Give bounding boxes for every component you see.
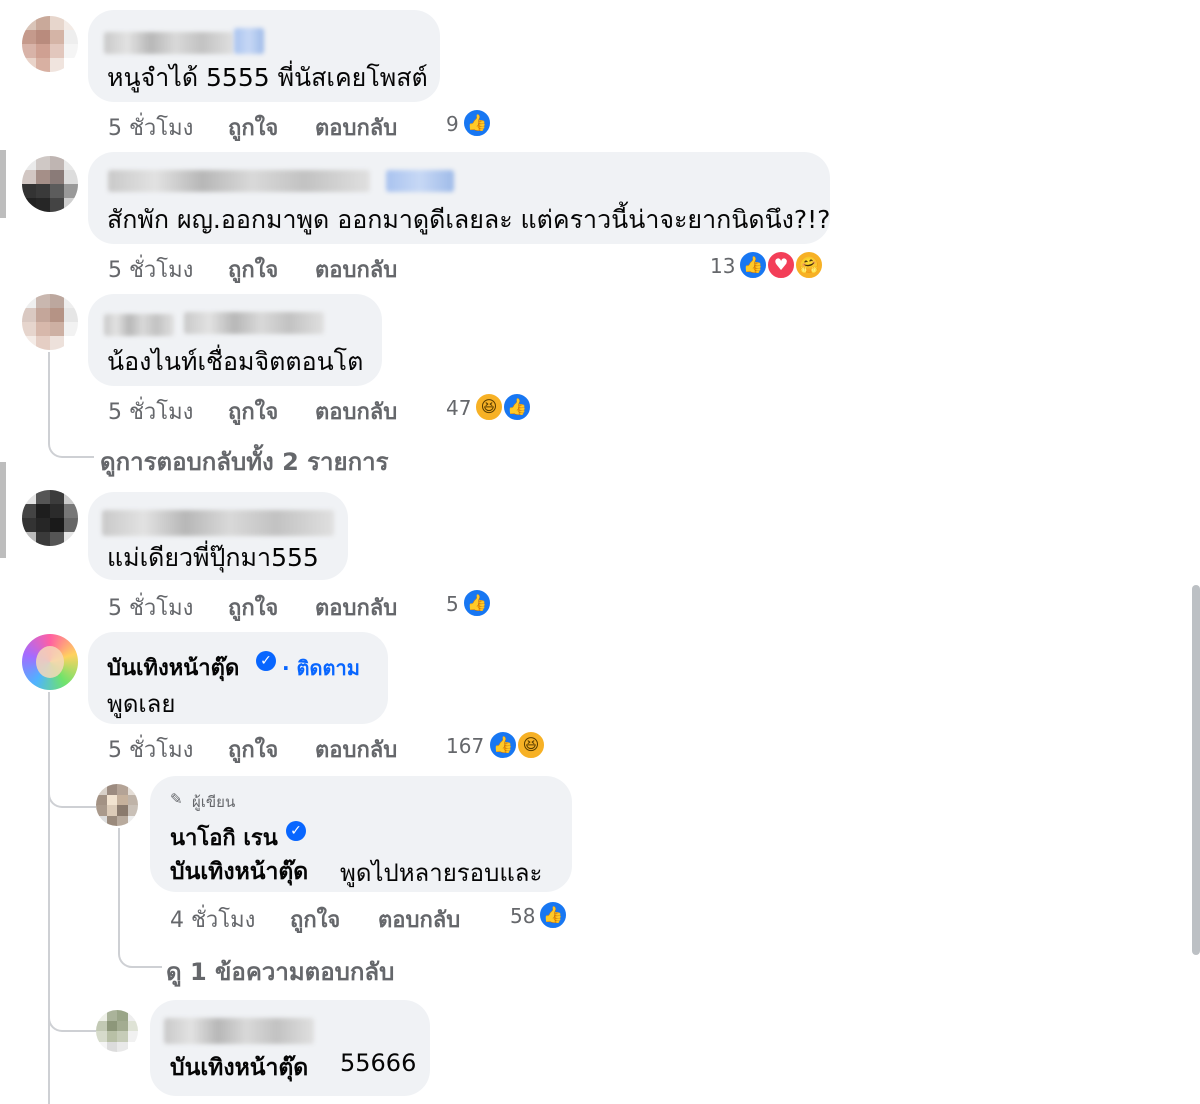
comment-section: หนูจำได้ 5555 พี่นัสเคยโพสต์ 5 ชั่วโมง ถ… (0, 0, 1200, 1104)
reply-text: พูดไปหลายรอบและ (340, 859, 543, 887)
author-badge-blurred (234, 28, 264, 54)
like-reaction-icon[interactable]: 👍 (738, 250, 768, 280)
like-reaction-icon[interactable]: 👍 (462, 588, 492, 618)
author-tag: ผู้เขียน (192, 793, 236, 811)
care-reaction-icon[interactable]: 🤗 (794, 250, 824, 280)
reaction-count[interactable]: 5 (446, 592, 459, 616)
comment-text: สักพัก ผญ.ออกมาพูด ออกมาดูดีเลยละ แต่ครา… (107, 205, 831, 234)
comment-text: แม่เดียวพี่ปุ๊กมา555 (107, 543, 319, 572)
comment-bubble: หนูจำได้ 5555 พี่นัสเคยโพสต์ (88, 10, 440, 102)
mention-link[interactable]: บันเทิงหน้าตุ๊ด (170, 1050, 308, 1086)
author-badge-blurred (386, 170, 454, 192)
like-reaction-icon[interactable]: 👍 (538, 900, 568, 930)
reply-link[interactable]: ตอบกลับ (315, 732, 397, 767)
scrollbar[interactable] (1192, 585, 1200, 955)
comment-bubble: แม่เดียวพี่ปุ๊กมา555 (88, 492, 348, 580)
like-link[interactable]: ถูกใจ (228, 394, 278, 429)
like-reaction-icon[interactable]: 👍 (462, 108, 492, 138)
reply-link[interactable]: ตอบกลับ (315, 110, 397, 145)
reply-bubble: บันเทิงหน้าตุ๊ด 55666 (150, 1000, 430, 1096)
avatar[interactable] (22, 634, 78, 690)
haha-reaction-icon[interactable]: 😆 (474, 392, 504, 422)
author-name[interactable]: นาโอกิ เรน (170, 820, 278, 855)
view-replies-link[interactable]: ดูการตอบกลับทั้ง 2 รายการ (100, 442, 388, 481)
thread-line (118, 828, 162, 968)
reaction-count[interactable]: 13 (710, 254, 735, 278)
comment-time[interactable]: 5 ชั่วโมง (108, 110, 193, 145)
love-reaction-icon[interactable]: ♥ (766, 250, 796, 280)
comment-text: หนูจำได้ 5555 พี่นัสเคยโพสต์ (107, 63, 428, 92)
reaction-count[interactable]: 9 (446, 112, 459, 136)
reply-link[interactable]: ตอบกลับ (315, 394, 397, 429)
like-link[interactable]: ถูกใจ (290, 902, 340, 937)
like-link[interactable]: ถูกใจ (228, 590, 278, 625)
comment-time[interactable]: 5 ชั่วโมง (108, 394, 193, 429)
verified-badge-icon: ✓ (256, 651, 276, 671)
comment-time[interactable]: 4 ชั่วโมง (170, 902, 255, 937)
avatar[interactable] (96, 1010, 138, 1052)
comment-time[interactable]: 5 ชั่วโมง (108, 252, 193, 287)
author-name-blurred[interactable] (164, 1018, 314, 1044)
avatar[interactable] (22, 156, 78, 212)
reply-link[interactable]: ตอบกลับ (315, 252, 397, 287)
pen-icon: ✎ (170, 790, 183, 808)
thread-line (48, 994, 96, 1032)
author-name-blurred[interactable] (102, 510, 334, 536)
reaction-count[interactable]: 167 (446, 734, 484, 758)
like-link[interactable]: ถูกใจ (228, 252, 278, 287)
reply-link[interactable]: ตอบกลับ (315, 590, 397, 625)
author-name-blurred[interactable] (184, 312, 324, 334)
comment-bubble: สักพัก ผญ.ออกมาพูด ออกมาดูดีเลยละ แต่ครา… (88, 152, 830, 244)
haha-reaction-icon[interactable]: 😆 (516, 730, 546, 760)
verified-badge-icon: ✓ (286, 821, 306, 841)
reaction-count[interactable]: 47 (446, 396, 471, 420)
reply-bubble: ✎ ผู้เขียน นาโอกิ เรน ✓ บันเทิงหน้าตุ๊ด … (150, 776, 572, 892)
avatar[interactable] (22, 490, 78, 546)
thread-line (48, 352, 94, 458)
comment-time[interactable]: 5 ชั่วโมง (108, 590, 193, 625)
avatar[interactable] (96, 784, 138, 826)
follow-button[interactable]: · ติดตาม (282, 652, 360, 684)
reaction-count[interactable]: 58 (510, 904, 535, 928)
mention-link[interactable]: บันเทิงหน้าตุ๊ด (170, 854, 308, 890)
comment-bubble: บันเทิงหน้าตุ๊ด ✓ · ติดตาม พูดเลย (88, 632, 388, 724)
reply-link[interactable]: ตอบกลับ (378, 902, 460, 937)
thread-line (48, 692, 50, 1104)
comment-time[interactable]: 5 ชั่วโมง (108, 732, 193, 767)
author-name[interactable]: บันเทิงหน้าตุ๊ด (107, 650, 239, 685)
like-reaction-icon[interactable]: 👍 (488, 730, 518, 760)
author-name-blurred[interactable] (104, 32, 234, 54)
edge-mark (0, 150, 6, 218)
like-link[interactable]: ถูกใจ (228, 110, 278, 145)
author-name-blurred[interactable] (104, 314, 174, 336)
author-name-blurred[interactable] (108, 170, 370, 192)
view-replies-link[interactable]: ดู 1 ข้อความตอบกลับ (166, 952, 394, 991)
avatar[interactable] (22, 294, 78, 350)
thread-line (48, 760, 96, 808)
avatar[interactable] (22, 16, 78, 72)
comment-text: น้องไนท์เชื่อมจิตตอนโต (107, 347, 364, 376)
like-link[interactable]: ถูกใจ (228, 732, 278, 767)
edge-mark (0, 462, 6, 558)
comment-text: พูดเลย (107, 690, 176, 718)
comment-bubble: น้องไนท์เชื่อมจิตตอนโต (88, 294, 382, 386)
reply-text: 55666 (340, 1049, 417, 1077)
like-reaction-icon[interactable]: 👍 (502, 392, 532, 422)
